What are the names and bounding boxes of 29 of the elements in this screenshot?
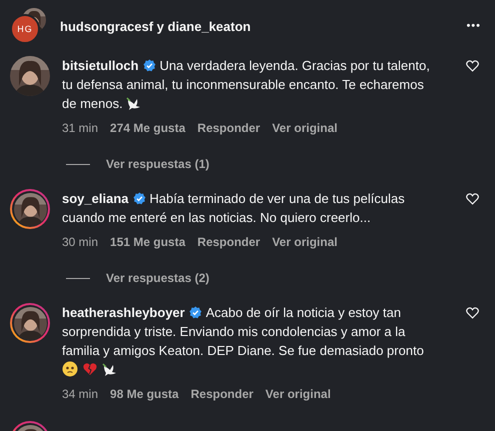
sad-face-icon (62, 361, 78, 377)
see-original-button[interactable]: Ver original (272, 235, 338, 249)
avatar-initials: HG (10, 14, 40, 44)
more-options-button[interactable]: ••• (466, 20, 481, 32)
comment-time: 31 min (62, 121, 98, 135)
dove-icon (102, 361, 118, 377)
view-replies-button[interactable]: Ver respuestas (2) (106, 271, 210, 285)
broken-heart-icon (82, 361, 98, 377)
view-replies-button[interactable]: Ver respuestas (1) (106, 157, 210, 171)
comment-time: 30 min (62, 235, 98, 249)
likes-count[interactable]: 98 Me gusta (110, 387, 179, 401)
like-heart-icon[interactable] (466, 60, 479, 72)
comment-text: bitsietulloch Una verdadera leyenda. Gracias por tu talento, tu defensa animal, tu inconmensurable encanto. Te echaremos de menos. (62, 57, 431, 113)
dove-icon (126, 95, 142, 111)
reply-button[interactable]: Responder (197, 235, 260, 249)
comment-time: 34 min (62, 387, 98, 401)
story-ring[interactable] (10, 189, 50, 229)
reply-button[interactable]: Responder (190, 387, 254, 401)
comment-text: soy_eliana Había terminado de ver una de tus películas cuando me enteré en las noticias. No quiero creerlo... (62, 190, 406, 227)
see-original-button[interactable]: Ver original (265, 387, 331, 401)
likes-count[interactable]: 151 Me gusta (110, 235, 186, 249)
likes-count[interactable]: 274 Me gusta (110, 121, 186, 135)
story-ring[interactable] (10, 303, 50, 343)
post-authors[interactable]: hudsongracesf y diane_keaton (60, 18, 466, 34)
comment-text: heatherashleyboyer Acabo de oír la noticia y estoy tan sorprendida y triste. Enviando mis condolencias y amor a la familia y amigos Keaton. DEP Diane. Se fue demasiado pronto (62, 303, 434, 379)
see-original-button[interactable]: Ver original (272, 121, 338, 135)
like-heart-icon[interactable] (466, 307, 479, 319)
reply-button[interactable]: Responder (197, 121, 260, 135)
like-heart-icon[interactable] (466, 193, 479, 205)
